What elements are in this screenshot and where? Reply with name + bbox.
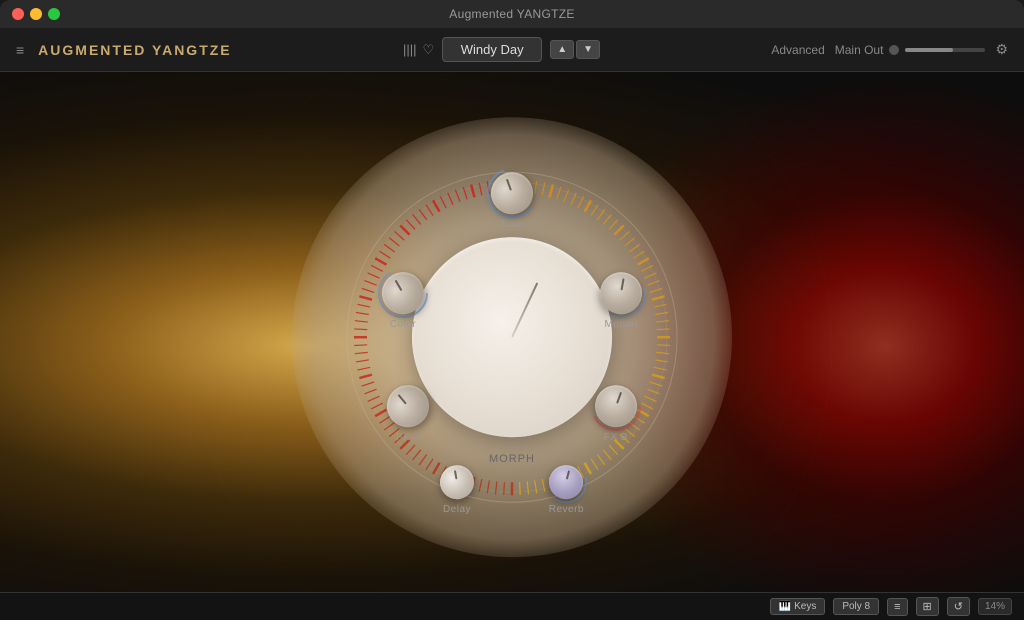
top-bar: ≡ AUGMENTED YANGTZE |||| ♡ Windy Day ▲ ▼… (0, 28, 1024, 72)
preset-nav-arrows: ▲ ▼ (550, 40, 600, 59)
top-bar-right: Advanced Main Out ⚙ (771, 41, 1008, 58)
keys-button[interactable]: 🎹 Keys (770, 598, 826, 615)
morph-label: MORPH (489, 453, 535, 465)
volume-fill (905, 48, 953, 52)
hamburger-icon[interactable]: ≡ (16, 42, 24, 58)
top-bar-center: |||| ♡ Windy Day ▲ ▼ (403, 37, 600, 62)
bottom-bar: 🎹 Keys Poly 8 ≡ ⊞ ↺ 14% (0, 592, 1024, 620)
grid-view-button[interactable]: ⊞ (916, 597, 939, 616)
preset-name[interactable]: Windy Day (442, 37, 542, 62)
time-label: Time (500, 219, 524, 230)
rewind-button[interactable]: ↺ (947, 597, 970, 616)
next-preset-button[interactable]: ▼ (576, 40, 600, 59)
main-out-label: Main Out (835, 43, 884, 57)
motion-knob-container: Motion (600, 272, 642, 330)
app-title: AUGMENTED YANGTZE (38, 42, 231, 58)
delay-knob-container: Delay (440, 465, 474, 515)
favorite-icon[interactable]: ♡ (423, 42, 435, 58)
title-bar: Augmented YANGTZE (0, 0, 1024, 28)
fxa-label: FX A (396, 432, 420, 443)
delay-knob[interactable] (437, 463, 476, 502)
close-button[interactable] (12, 8, 24, 20)
advanced-button[interactable]: Advanced (771, 43, 824, 57)
window-title: Augmented YANGTZE (449, 7, 574, 21)
poly-button[interactable]: Poly 8 (833, 598, 879, 615)
motion-label: Motion (604, 319, 637, 330)
list-view-button[interactable]: ≡ (887, 598, 907, 616)
top-bar-left: ≡ AUGMENTED YANGTZE (16, 42, 232, 58)
minimize-button[interactable] (30, 8, 42, 20)
color-label: Color (390, 319, 416, 330)
volume-slider[interactable] (905, 48, 985, 52)
main-out-control: Main Out (835, 43, 986, 57)
time-knob-container: Time (491, 172, 533, 230)
fxb-knob-container: FX B (595, 385, 637, 443)
reverb-label: Reverb (549, 504, 584, 515)
morph-disc[interactable]: MORPH (412, 237, 612, 437)
fxa-knob-container: FX A (387, 385, 429, 443)
zoom-level: 14% (978, 598, 1012, 615)
fxa-knob[interactable] (378, 377, 437, 436)
settings-icon[interactable]: ⚙ (995, 41, 1008, 58)
prev-preset-button[interactable]: ▲ (550, 40, 574, 59)
preset-controls: |||| ♡ (403, 42, 434, 58)
fxb-label: FX B (604, 432, 628, 443)
reverb-knob-container: Reverb (549, 465, 584, 515)
output-dot (889, 45, 899, 55)
morph-indicator-line (511, 282, 538, 337)
color-knob-container: Color (382, 272, 424, 330)
bars-icon[interactable]: |||| (403, 42, 417, 57)
delay-label: Delay (443, 504, 471, 515)
piano-icon: 🎹 (779, 601, 791, 612)
main-content: // We'll use CSS/JS to draw ticks Time (0, 72, 1024, 620)
outer-ring: // We'll use CSS/JS to draw ticks Time (292, 117, 732, 557)
traffic-lights (12, 8, 60, 20)
maximize-button[interactable] (48, 8, 60, 20)
disc-container: // We'll use CSS/JS to draw ticks Time (292, 117, 732, 557)
